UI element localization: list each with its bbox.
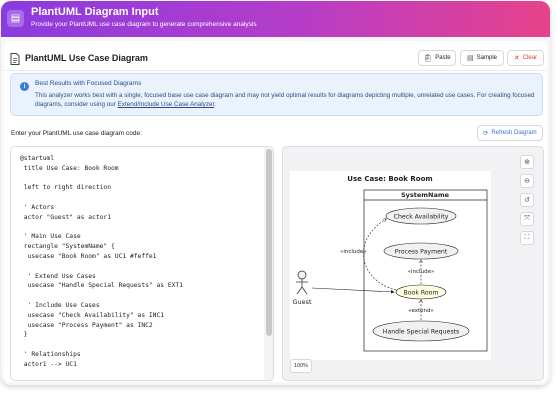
app-window: ▤ PlantUML Diagram Input Provide your Pl… xyxy=(1,1,550,385)
code-editor[interactable]: @startuml title Use Case: Book Room left… xyxy=(10,146,274,381)
paste-button[interactable]: 📋︎ Paste xyxy=(418,50,456,66)
file-icon xyxy=(10,53,20,65)
use-case-diagram: Use Case: Book Room SystemName Guest Che… xyxy=(290,171,491,360)
info-text-end: . xyxy=(214,101,216,108)
zoom-level: 100% xyxy=(290,359,312,373)
diagram-preview: Use Case: Book Room SystemName Guest Che… xyxy=(282,146,544,381)
info-text-body: This analyzer works best with a single, … xyxy=(35,92,535,108)
zoom-out-icon[interactable]: ⊖ xyxy=(520,174,534,188)
clear-button[interactable]: ✕ Clear xyxy=(507,50,544,66)
code-text[interactable]: @startuml title Use Case: Book Room left… xyxy=(20,154,183,380)
info-title: Best Results with Focused Diagrams xyxy=(35,80,142,87)
reset-icon[interactable]: ↺ xyxy=(520,193,534,207)
analyzer-link[interactable]: Extend/Include Use Case Analyzer xyxy=(118,101,215,108)
fit-icon[interactable]: ⤧ xyxy=(520,212,534,226)
editor-scrollbar-thumb[interactable] xyxy=(266,149,272,336)
close-icon: ✕ xyxy=(513,55,520,62)
usecase-payment-label: Process Payment xyxy=(395,249,448,256)
clear-label: Clear xyxy=(522,55,538,61)
editor-label: Enter your PlantUML use case diagram cod… xyxy=(11,130,142,137)
actor-guest xyxy=(296,270,308,295)
extend-label: «extend» xyxy=(408,308,434,314)
header-subtitle: Provide your PlantUML use case diagram t… xyxy=(31,21,257,28)
card-title: PlantUML Use Case Diagram xyxy=(25,53,148,63)
include-label-2: «include» xyxy=(408,269,435,275)
info-text: This analyzer works best with a single, … xyxy=(35,91,535,109)
diagram-title: Use Case: Book Room xyxy=(347,175,432,183)
usecase-book-label: Book Room xyxy=(404,290,439,297)
document-icon: ▤ xyxy=(7,10,24,27)
info-alert: i Best Results with Focused Diagrams Thi… xyxy=(10,73,543,116)
info-icon: i xyxy=(20,82,29,91)
usecase-special-label: Handle Special Requests xyxy=(383,329,459,336)
system-name: SystemName xyxy=(401,191,450,199)
sample-label: Sample xyxy=(476,55,497,61)
header-banner: ▤ PlantUML Diagram Input Provide your Pl… xyxy=(1,1,550,37)
clipboard-icon: 📋︎ xyxy=(423,55,433,62)
header-title: PlantUML Diagram Input xyxy=(31,6,159,18)
fullscreen-icon[interactable]: ⛶ xyxy=(520,231,534,245)
refresh-icon: ⟳ xyxy=(483,130,489,137)
refresh-diagram-button[interactable]: ⟳ Refresh Diagram xyxy=(477,125,543,141)
refresh-label: Refresh Diagram xyxy=(491,130,537,136)
usecase-check-label: Check Availability xyxy=(394,214,449,221)
paste-label: Paste xyxy=(435,55,451,61)
include-label-1: «include» xyxy=(340,249,367,255)
zoom-in-icon[interactable]: ⊕ xyxy=(520,155,534,169)
sample-button[interactable]: ▤ Sample xyxy=(460,50,504,66)
file-icon: ▤ xyxy=(467,55,474,62)
actor-label: Guest xyxy=(292,298,312,306)
divider xyxy=(4,70,547,71)
